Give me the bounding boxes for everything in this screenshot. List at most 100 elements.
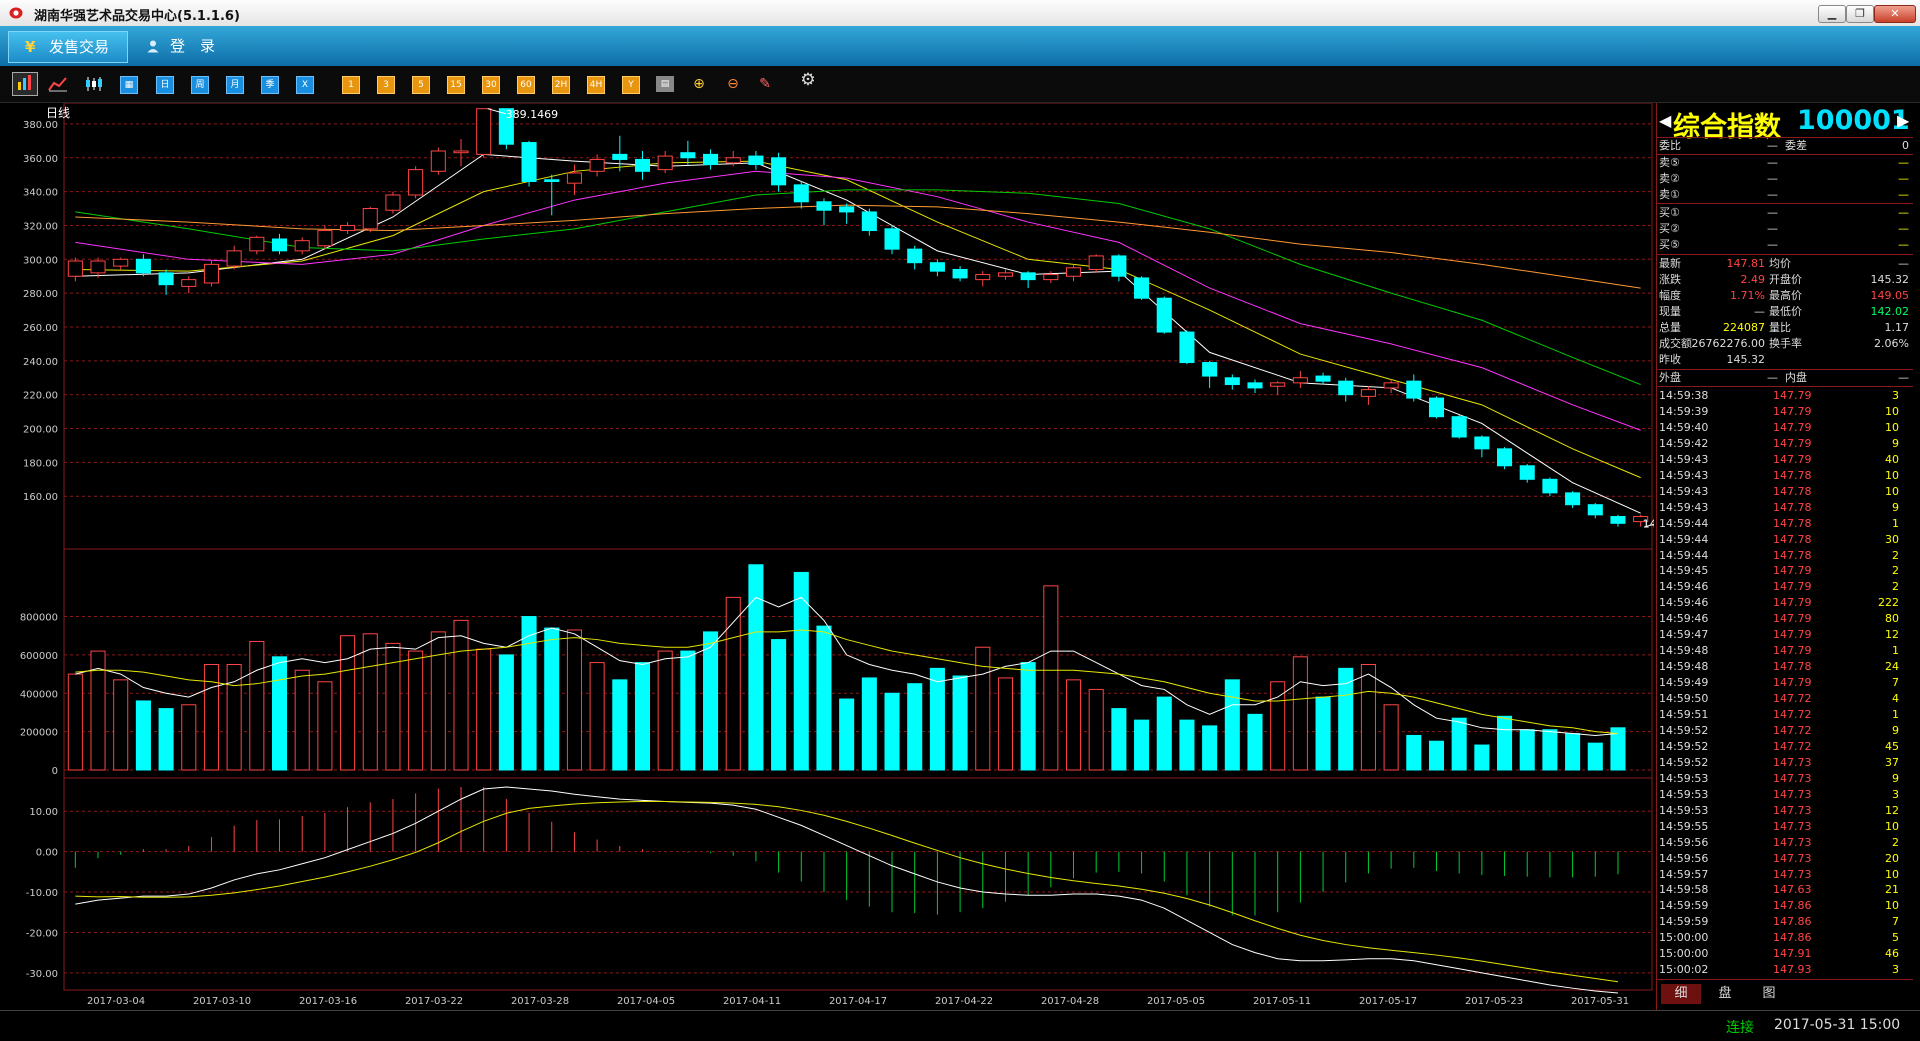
kline-chart-area[interactable]: 日线 380.00 360.00 340.00 320.00 300.00 280.00 26…: [8, 102, 1688, 1010]
tick-volume: 4: [1892, 692, 1899, 706]
tick-price: 147.79: [1773, 452, 1812, 466]
next-symbol-icon[interactable]: ▶: [1897, 111, 1909, 130]
volume-bar: [1587, 742, 1603, 771]
stat-value: —: [1754, 305, 1765, 318]
tick-row: 14:59:53 147.73 9: [1657, 771, 1913, 787]
minute-button-7[interactable]: 4H: [587, 76, 605, 94]
tick-price: 147.79: [1773, 676, 1812, 690]
tick-volume: 45: [1885, 739, 1899, 753]
price-axis-tick: 220.00: [23, 391, 58, 402]
minute-button-1[interactable]: 3: [377, 76, 395, 94]
tick-time: 15:00:00: [1659, 947, 1709, 961]
tick-volume: 21: [1885, 883, 1899, 897]
tick-time: 14:59:55: [1659, 819, 1709, 833]
candlestick: [975, 271, 991, 287]
tick-volume: 9: [1892, 723, 1899, 737]
tick-time: 14:59:42: [1659, 436, 1709, 450]
stat-label: 幅度: [1659, 289, 1681, 302]
tick-volume: 9: [1892, 500, 1899, 514]
tick-time: 14:59:47: [1659, 628, 1709, 642]
menu-trade-tab[interactable]: ¥ 发售交易: [8, 31, 128, 63]
minute-button-5[interactable]: 60: [517, 76, 535, 94]
chart-canvas[interactable]: 日线380.00 360.00 340.00 320.00 300.00 280.00 26…: [8, 102, 1688, 1010]
price-axis-tick: 300.00: [23, 255, 58, 266]
zoom-out-button[interactable]: ⊖: [724, 76, 742, 92]
menu-login[interactable]: 登 录: [140, 31, 240, 61]
candle-body: [634, 158, 651, 172]
tick-volume: 5: [1892, 931, 1899, 945]
stat-value-2: 145.32: [1870, 273, 1910, 286]
sell-level-price: —: [1767, 156, 1778, 169]
stat-label: 昨收: [1659, 353, 1681, 366]
volume-bar: [1565, 733, 1581, 771]
tick-row: 15:00:00 147.91 46: [1657, 946, 1913, 962]
candlestick: [1270, 381, 1286, 395]
bar-chart-button[interactable]: [12, 72, 38, 96]
candle-body: [725, 157, 741, 164]
gear-icon: ⚙: [800, 70, 816, 90]
date-axis-label: 2017-05-11: [1253, 996, 1311, 1007]
volume-bar: [113, 679, 129, 771]
candle-body: [1519, 465, 1535, 480]
tick-volume: 7: [1892, 915, 1899, 929]
candle-body: [929, 262, 945, 272]
prev-symbol-icon[interactable]: ◀: [1659, 111, 1671, 130]
tick-row: 14:59:52 147.73 37: [1657, 755, 1913, 771]
period-button-4[interactable]: X: [296, 76, 314, 94]
table-view-button[interactable]: ▤: [656, 76, 674, 92]
price-axis-tick: 360.00: [23, 154, 58, 165]
tick-row: 14:59:46 147.79 222: [1657, 595, 1913, 611]
candle-body: [1111, 255, 1127, 277]
candlestick: [1338, 377, 1354, 402]
price-axis-tick: 380.00: [23, 120, 58, 131]
volume-bar: [929, 667, 945, 771]
close-button[interactable]: ✕: [1874, 5, 1916, 23]
tick-volume: 2: [1892, 548, 1899, 562]
candlestick: [793, 181, 809, 209]
tick-volume: 9: [1892, 436, 1899, 450]
tick-row: 14:59:43 147.78 10: [1657, 484, 1913, 500]
tick-price: 147.78: [1773, 516, 1812, 530]
panel-tab-0[interactable]: 细: [1661, 984, 1701, 1004]
candle-body: [113, 258, 129, 267]
volume-bar: [657, 650, 673, 771]
settings-button[interactable]: ⚙: [798, 70, 818, 90]
window-title: 湖南华强艺术品交易中心(5.1.1.6): [34, 9, 240, 24]
minimize-button[interactable]: ▁: [1818, 5, 1846, 23]
candle-chart-button[interactable]: [84, 76, 104, 92]
tick-row: 14:59:39 147.79 10: [1657, 404, 1913, 420]
minute-button-4[interactable]: 30: [482, 76, 500, 94]
minute-button-2[interactable]: 5: [412, 76, 430, 94]
line-chart-button[interactable]: [48, 76, 68, 92]
tick-row: 14:59:59 147.86 7: [1657, 914, 1913, 930]
volume-bar: [317, 681, 333, 771]
minute-button-0[interactable]: 1: [342, 76, 360, 94]
draw-line-button[interactable]: ✎: [756, 76, 774, 92]
period-button-0[interactable]: 日: [156, 76, 174, 94]
period-button-2[interactable]: 月: [226, 76, 244, 94]
panel-tab-2[interactable]: 图: [1749, 984, 1789, 1004]
calendar-button[interactable]: ▦: [120, 76, 138, 94]
minute-button-3[interactable]: 15: [447, 76, 465, 94]
date-axis-label: 2017-04-22: [935, 996, 993, 1007]
minute-button-6[interactable]: 2H: [552, 76, 570, 94]
minute-button-8[interactable]: Y: [622, 76, 640, 94]
volume-bar: [907, 683, 923, 771]
stat-value-2: —: [1898, 257, 1909, 270]
candle-body: [135, 258, 151, 274]
volume-bar: [1202, 725, 1218, 771]
zoom-in-button[interactable]: ⊕: [690, 76, 708, 92]
tick-volume: 10: [1885, 468, 1899, 482]
maximize-button[interactable]: ❐: [1846, 5, 1874, 23]
candlestick: [408, 166, 424, 199]
stat-row: 总量 224087 量比 1.17: [1657, 320, 1913, 336]
volume-bar: [1224, 679, 1240, 771]
tick-row: 14:59:58 147.63 21: [1657, 882, 1913, 898]
panel-tab-1[interactable]: 盘: [1705, 984, 1745, 1004]
candle-body: [1542, 478, 1558, 494]
candlestick: [1156, 296, 1172, 334]
period-button-1[interactable]: 周: [191, 76, 209, 94]
tick-time: 14:59:52: [1659, 739, 1709, 753]
period-button-3[interactable]: 季: [261, 76, 279, 94]
date-axis-label: 2017-04-11: [723, 996, 781, 1007]
